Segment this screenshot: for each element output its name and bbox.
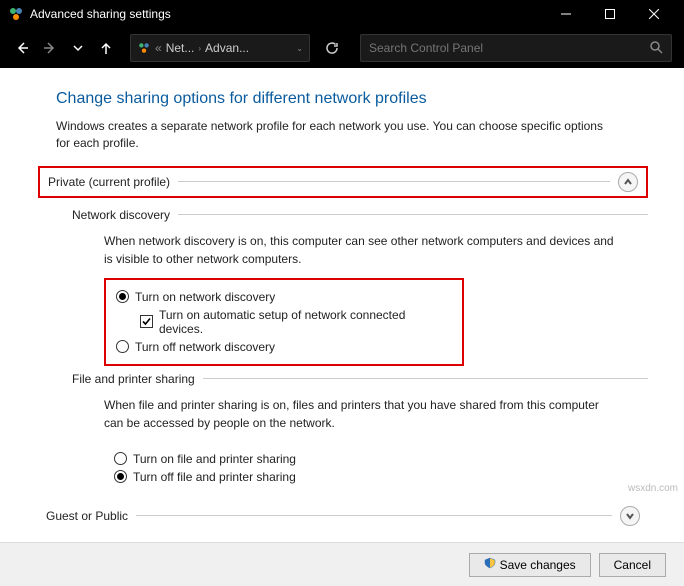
- page-title: Change sharing options for different net…: [56, 90, 646, 108]
- radio-nd-off[interactable]: Turn off network discovery: [116, 338, 452, 356]
- network-discovery-description: When network discovery is on, this compu…: [104, 232, 614, 268]
- cancel-button[interactable]: Cancel: [599, 553, 666, 577]
- divider: [178, 214, 648, 215]
- radio-label: Turn off file and printer sharing: [133, 470, 296, 484]
- location-icon: [137, 41, 151, 55]
- recent-dropdown[interactable]: [68, 41, 88, 55]
- subsection-network-discovery: Network discovery: [72, 208, 648, 222]
- radio-icon: [114, 452, 127, 465]
- radio-fs-on[interactable]: Turn on file and printer sharing: [114, 450, 638, 468]
- search-box[interactable]: [360, 34, 672, 62]
- app-icon: [8, 6, 24, 22]
- radio-icon: [116, 340, 129, 353]
- save-button[interactable]: Save changes: [469, 553, 591, 577]
- network-discovery-options: Turn on network discovery Turn on automa…: [104, 278, 464, 366]
- checkbox-nd-auto[interactable]: Turn on automatic setup of network conne…: [140, 306, 452, 338]
- content-area: Change sharing options for different net…: [0, 68, 684, 542]
- back-button[interactable]: [12, 41, 32, 55]
- breadcrumb-item-1[interactable]: Net...: [166, 41, 195, 55]
- watermark: wsxdn.com: [628, 483, 678, 494]
- expand-icon[interactable]: [620, 506, 640, 526]
- breadcrumb-item-2[interactable]: Advan...: [205, 41, 249, 55]
- radio-label: Turn on network discovery: [135, 290, 275, 304]
- close-button[interactable]: [632, 0, 676, 28]
- breadcrumb-separator-icon: ›: [198, 44, 201, 53]
- divider: [178, 181, 610, 182]
- up-button[interactable]: [96, 41, 116, 55]
- forward-button[interactable]: [40, 41, 60, 55]
- search-icon: [649, 40, 663, 57]
- page-description: Windows creates a separate network profi…: [56, 118, 616, 152]
- profile-header-guest[interactable]: Guest or Public: [38, 502, 648, 530]
- profile-label-private: Private (current profile): [48, 175, 170, 189]
- footer-bar: Save changes Cancel: [0, 542, 684, 586]
- profile-header-private[interactable]: Private (current profile): [38, 166, 648, 198]
- search-input[interactable]: [369, 41, 649, 55]
- address-bar[interactable]: « Net... › Advan... ⌄: [130, 34, 310, 62]
- subsection-file-sharing: File and printer sharing: [72, 372, 648, 386]
- address-dropdown-icon[interactable]: ⌄: [296, 44, 303, 53]
- save-label: Save changes: [500, 558, 576, 572]
- title-bar: Advanced sharing settings: [0, 0, 684, 28]
- checkbox-icon: [140, 315, 153, 328]
- radio-nd-on[interactable]: Turn on network discovery: [116, 288, 452, 306]
- radio-fs-off[interactable]: Turn off file and printer sharing: [114, 468, 638, 486]
- window-title: Advanced sharing settings: [30, 7, 544, 21]
- divider: [203, 378, 648, 379]
- radio-icon: [116, 290, 129, 303]
- cancel-label: Cancel: [614, 558, 651, 572]
- maximize-button[interactable]: [588, 0, 632, 28]
- file-sharing-options: Turn on file and printer sharing Turn of…: [104, 442, 648, 494]
- divider: [136, 515, 612, 516]
- checkbox-label: Turn on automatic setup of network conne…: [159, 308, 452, 336]
- profile-label-guest: Guest or Public: [46, 509, 128, 523]
- network-discovery-header: Network discovery: [72, 208, 170, 222]
- collapse-icon[interactable]: [618, 172, 638, 192]
- file-sharing-description: When file and printer sharing is on, fil…: [104, 396, 614, 432]
- radio-label: Turn on file and printer sharing: [133, 452, 296, 466]
- shield-icon: [484, 557, 496, 572]
- minimize-button[interactable]: [544, 0, 588, 28]
- radio-label: Turn off network discovery: [135, 340, 275, 354]
- refresh-button[interactable]: [320, 41, 344, 55]
- breadcrumb-prefix: «: [155, 41, 162, 55]
- radio-icon: [114, 470, 127, 483]
- navigation-toolbar: « Net... › Advan... ⌄: [0, 28, 684, 68]
- file-sharing-header: File and printer sharing: [72, 372, 195, 386]
